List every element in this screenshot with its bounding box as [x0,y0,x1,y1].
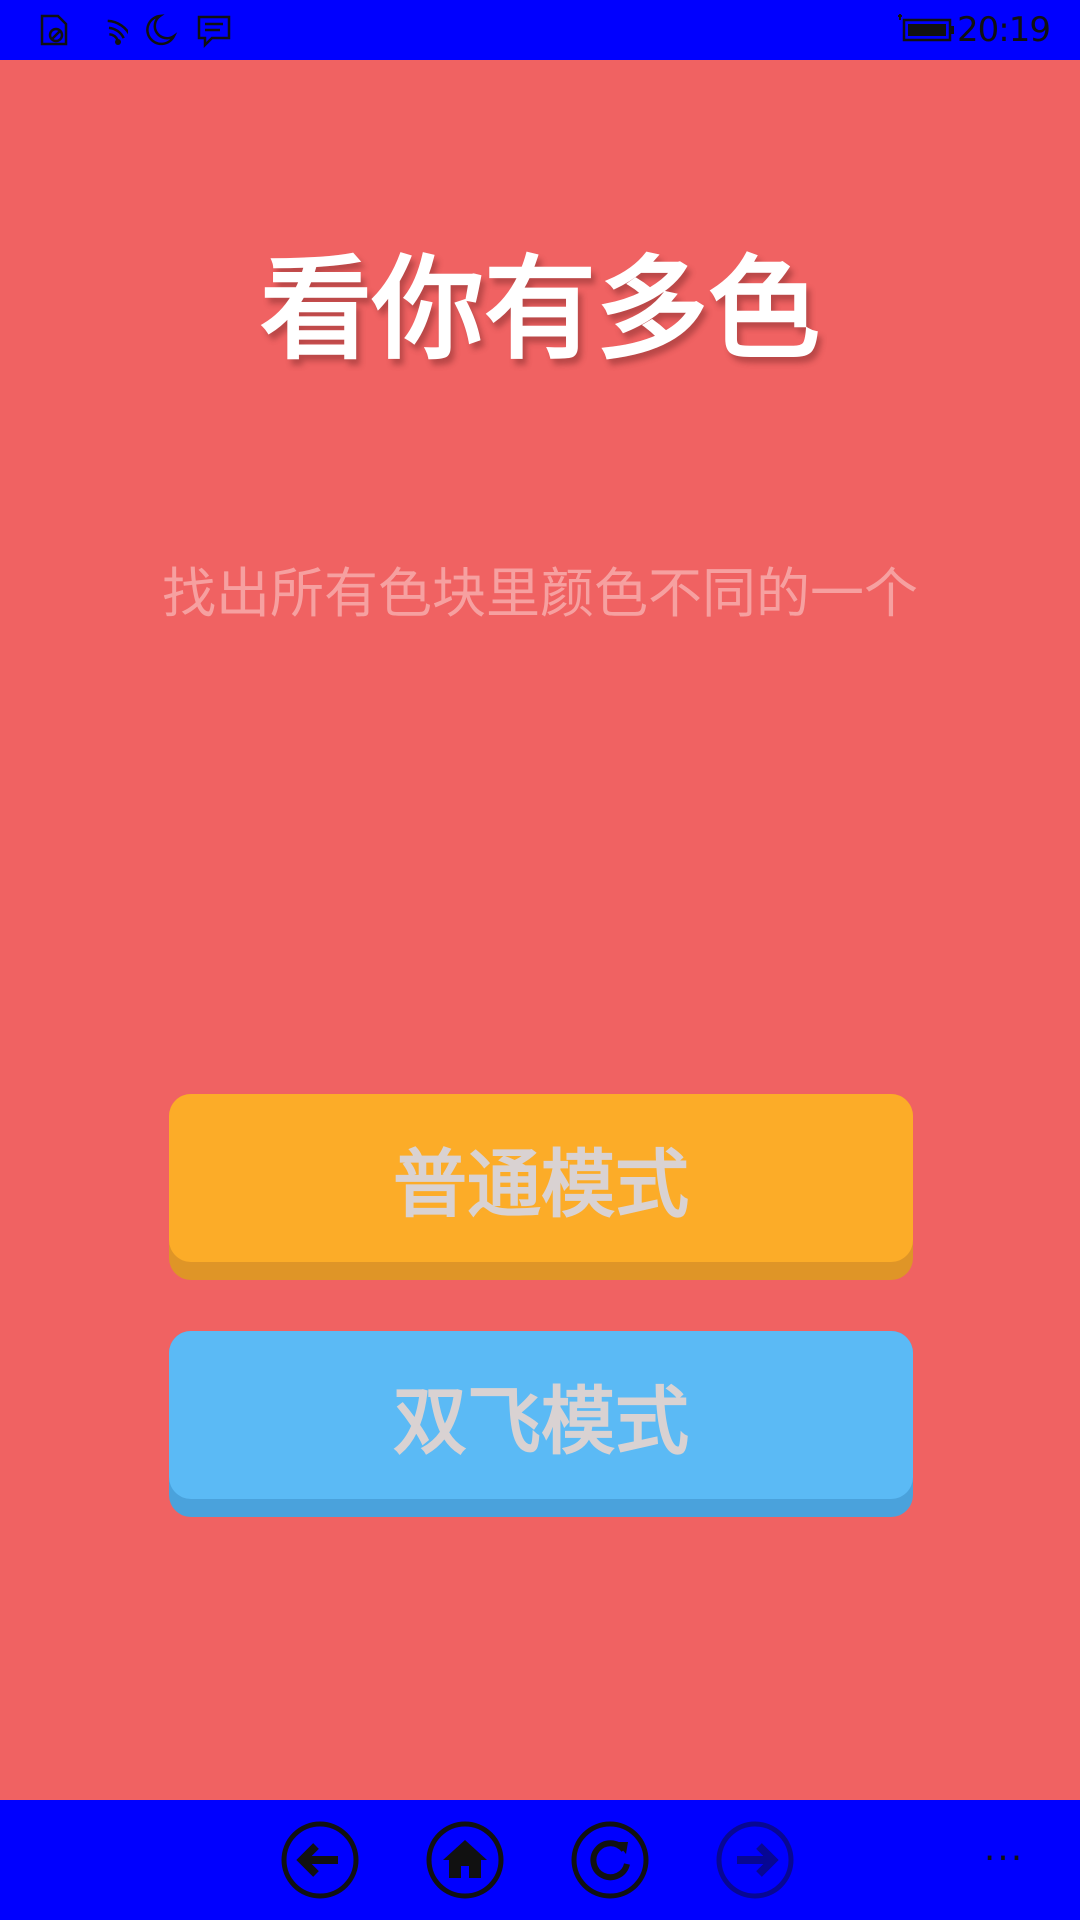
more-button[interactable]: ··· [964,1834,1044,1884]
double-mode-label: 双飞模式 [169,1331,913,1499]
status-bar: 20:19 [0,0,1080,60]
wifi-icon [92,12,128,48]
normal-mode-label: 普通模式 [169,1094,913,1262]
app-title: 看你有多色 [260,245,820,375]
app-screen: 20:19 看你有多色 找出所有色块里颜色不同的一个 普通模式 双飞模式 ··· [0,0,1080,1920]
refresh-icon [571,1821,649,1899]
status-time: 20:19 [957,10,1051,50]
app-subtitle: 找出所有色块里颜色不同的一个 [162,562,918,625]
home-icon [426,1821,504,1899]
back-button[interactable] [280,1820,360,1900]
back-arrow-icon [281,1821,359,1899]
nav-bar: ··· [0,1800,1080,1920]
battery-charging-icon [894,14,956,44]
refresh-button[interactable] [570,1820,650,1900]
double-mode-button[interactable]: 双飞模式 [169,1331,913,1517]
forward-button[interactable] [715,1820,795,1900]
no-sim-icon [36,12,72,48]
normal-mode-button[interactable]: 普通模式 [169,1094,913,1280]
home-button[interactable] [425,1820,505,1900]
forward-arrow-icon [716,1821,794,1899]
quiet-hours-moon-icon [144,12,180,48]
message-icon [196,12,232,48]
